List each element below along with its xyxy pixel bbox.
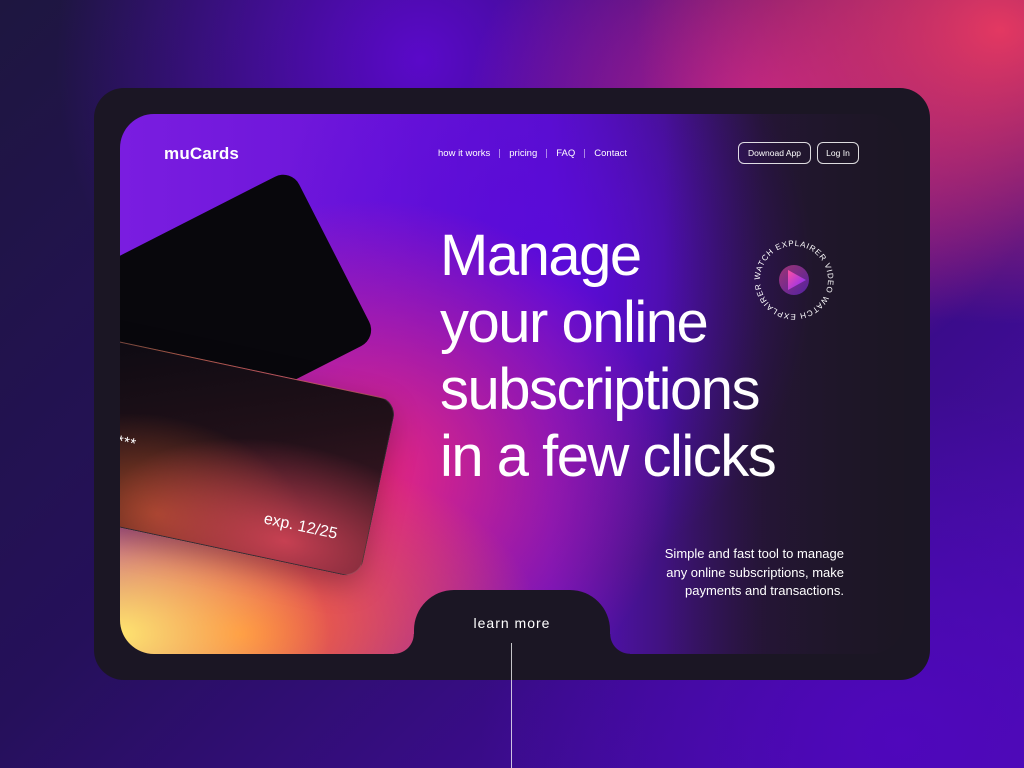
nav-contact[interactable]: Contact (594, 148, 627, 159)
nav-how-it-works[interactable]: how it works (438, 148, 490, 159)
nav-divider (584, 149, 586, 158)
login-button[interactable]: Log In (817, 142, 859, 164)
headline-line: in a few clicks (440, 424, 777, 489)
nav-pricing[interactable]: pricing (509, 148, 537, 159)
hero-panel: muCards how it works pricing FAQ Contact… (120, 114, 904, 654)
learn-more-button[interactable]: learn more (414, 614, 610, 632)
hero-headline: Manage your online subscriptions in a fe… (440, 222, 777, 490)
watch-video-badge[interactable]: WATCH EXPLAIRER VIDEO WATCH EXPLAIRER VI… (750, 236, 838, 324)
card-expiry: exp. 12/25 (262, 510, 339, 543)
nav-divider (546, 149, 548, 158)
subtext-line: payments and transactions. (685, 583, 844, 598)
watch-video-graphic: WATCH EXPLAIRER VIDEO WATCH EXPLAIRER VI… (750, 236, 834, 321)
scroll-indicator-line (511, 643, 512, 768)
card-number: 967 **** (120, 425, 138, 453)
download-app-button[interactable]: Downoad App (738, 142, 811, 164)
hero-subtext: Simple and fast tool to manage any onlin… (584, 545, 844, 601)
headline-line: Manage (440, 223, 642, 288)
headline-line: your online (440, 290, 709, 355)
subtext-line: Simple and fast tool to manage (664, 546, 844, 561)
headline-line: subscriptions (440, 357, 760, 422)
subtext-line: any online subscriptions, make (666, 564, 844, 580)
main-nav: how it works pricing FAQ Contact (438, 148, 627, 159)
nav-faq[interactable]: FAQ (556, 148, 575, 159)
learn-more-tab: learn more (394, 590, 630, 680)
brand-logo[interactable]: muCards (164, 144, 239, 164)
nav-divider (499, 149, 501, 158)
